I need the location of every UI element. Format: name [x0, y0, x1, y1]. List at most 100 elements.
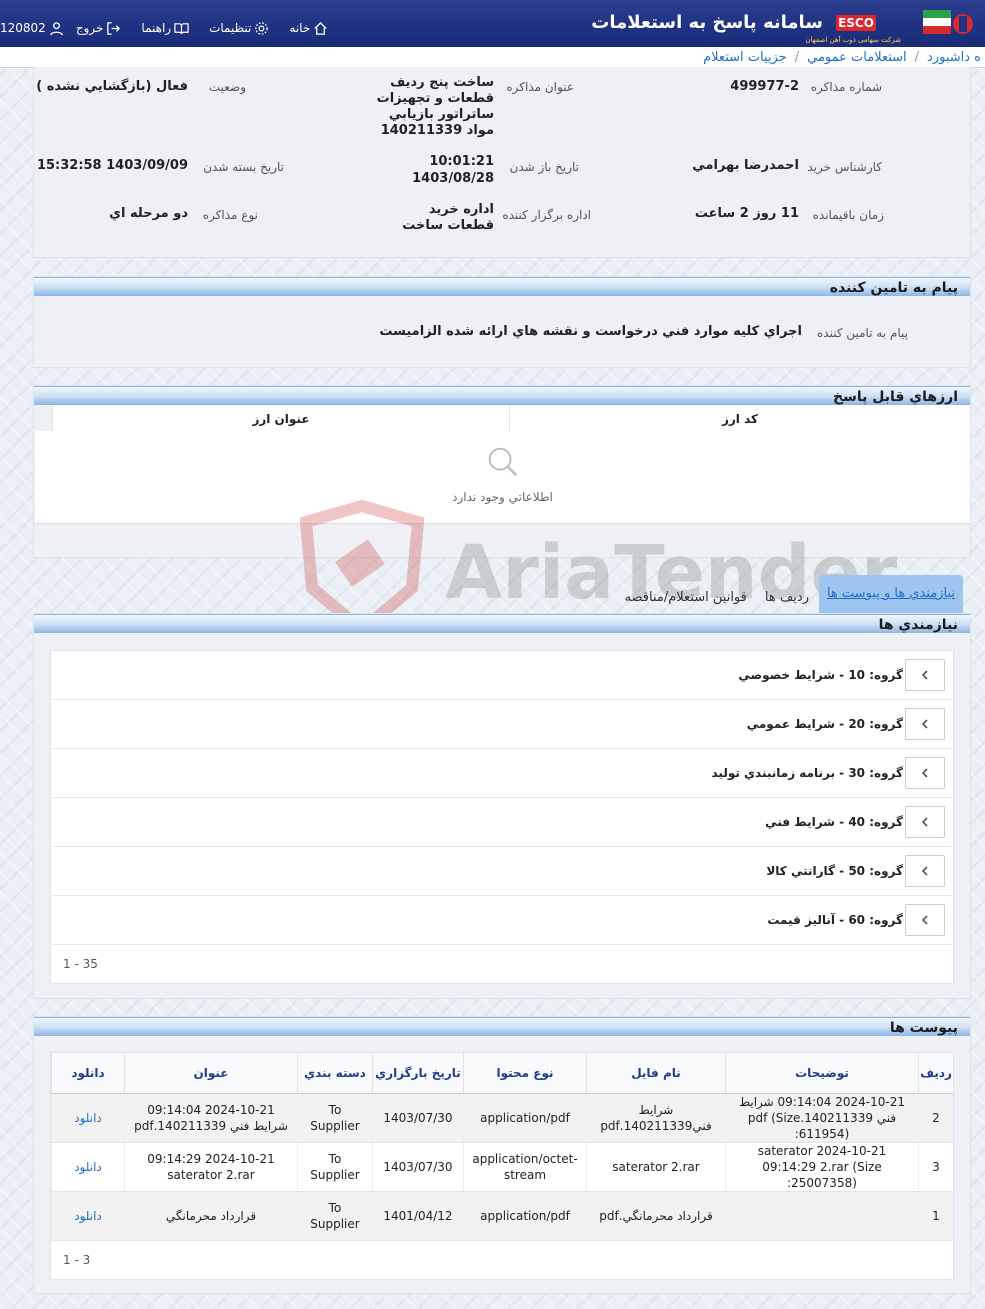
currency-code-header[interactable]: کد ارز — [509, 405, 970, 434]
currencies-panel: ارزهاي قابل پاسخ کد ارز عنوان ارز اطلاعا… — [33, 385, 971, 558]
currencies-empty-state: اطلاعاتي وجود ندارد — [35, 431, 970, 524]
cell-category: To Supplier — [297, 1191, 373, 1241]
buyer-value: احمدرضا بهرامي — [692, 158, 799, 173]
requirements-pager: 1 - 35 — [51, 945, 953, 983]
col-title-header[interactable]: عنوان — [124, 1053, 298, 1094]
table-row: 2 2024-10-21 09:14:04 شرايط فني 14021133… — [51, 1093, 953, 1143]
cell-content-type: application/pdf — [463, 1093, 587, 1143]
tender-type-value: دو مرحله اي — [109, 206, 188, 221]
chevron-left-icon[interactable] — [905, 757, 945, 789]
col-category-header[interactable]: دسته بندي — [297, 1053, 373, 1094]
subject-label: عنوان مذاکره — [506, 80, 574, 94]
chevron-left-icon[interactable] — [905, 806, 945, 838]
chevron-left-icon[interactable] — [905, 855, 945, 887]
tab-tender-rules[interactable]: قوانين استعلام/مناقصه — [617, 583, 755, 613]
requirement-group-label: گروه: 20 - شرايط عمومي — [746, 717, 903, 731]
cell-row: 3 — [918, 1142, 953, 1192]
cell-title: 2024-10-21 09:14:29 saterator 2.rar — [124, 1142, 298, 1192]
tabs-bar: نيازمندي ها و پيوست ها رديف ها قوانين اس… — [615, 575, 963, 613]
esco-logo: ESCO — [836, 15, 876, 31]
attachments-heading: پيوست ها — [34, 1017, 970, 1036]
empty-message: اطلاعاتي وجود ندارد — [452, 490, 553, 504]
open-date-label: تاريخ باز شدن — [509, 160, 579, 174]
requirement-group[interactable]: گروه: 30 - برنامه زمانبندي توليد — [51, 749, 953, 798]
requirement-group-label: گروه: 30 - برنامه زمانبندي توليد — [711, 766, 904, 780]
cell-upload-date: 1403/07/30 — [372, 1093, 464, 1143]
currency-title-header[interactable]: عنوان ارز — [52, 405, 510, 434]
tender-type-label: نوع مذاکره — [202, 208, 258, 222]
breadcrumb-dashboard[interactable]: ه داشبورد — [927, 50, 981, 65]
cell-content-type: application/pdf — [463, 1191, 587, 1241]
org-value: اداره خريد قطعات ساخت — [402, 202, 494, 233]
cell-description: 2024-10-21 09:14:04 شرايط فني 140211339.… — [725, 1093, 919, 1143]
search-icon — [488, 447, 517, 477]
logout-icon — [107, 21, 121, 35]
iran-flag-logo-icon — [923, 10, 973, 34]
cell-content-type: application/octet-stream — [463, 1142, 587, 1192]
top-nav: 120802 خروج راهنما تنظیمات خانه — [0, 18, 342, 38]
remaining-label: زمان باقيمانده — [812, 208, 884, 222]
chevron-left-icon[interactable] — [905, 659, 945, 691]
requirement-group[interactable]: گروه: 20 - شرايط عمومي — [51, 700, 953, 749]
cell-category: To Supplier — [297, 1142, 373, 1192]
col-upload-date-header[interactable]: تاريخ بارگزاري — [372, 1053, 464, 1094]
status-value: فعال (بازگشايي نشده ) — [36, 79, 188, 94]
book-icon — [174, 22, 189, 34]
open-time-value: 10:01:21 — [429, 154, 494, 169]
requirements-panel: نيازمندي ها گروه: 10 - شرايط خصوصي گروه:… — [33, 613, 971, 999]
settings-link[interactable]: تنظیمات — [209, 21, 269, 36]
cell-description: saterator 2024-10-21 09:14:29 2.rar (Siz… — [725, 1142, 919, 1192]
requirement-group-label: گروه: 50 - گارانتي کالا — [766, 864, 903, 878]
requirements-heading: نيازمندي ها — [34, 614, 970, 633]
tab-rows[interactable]: رديف ها — [757, 583, 817, 613]
breadcrumb-public-tenders[interactable]: استعلامات عمومي — [807, 50, 907, 65]
status-label: وضعيت — [208, 80, 246, 94]
download-link[interactable]: دانلود — [51, 1093, 125, 1143]
chevron-left-icon[interactable] — [905, 904, 945, 936]
guide-link[interactable]: راهنما — [141, 21, 189, 36]
supplier-message-panel: پيام به تامين کننده پيام به تامين کننده … — [33, 276, 971, 368]
requirement-group[interactable]: گروه: 50 - گارانتي کالا — [51, 847, 953, 896]
app-title: سامانه پاسخ به استعلامات — [591, 12, 823, 33]
chevron-left-icon[interactable] — [905, 708, 945, 740]
breadcrumb-tender-details[interactable]: جزييات استعلام — [703, 50, 787, 65]
currencies-heading: ارزهاي قابل پاسخ — [34, 386, 970, 405]
col-filename-header[interactable]: نام فايل — [586, 1053, 726, 1094]
requirement-group[interactable]: گروه: 40 - شرايط فني — [51, 798, 953, 847]
breadcrumb-separator: / — [794, 49, 800, 65]
tab-requirements-attachments[interactable]: نيازمندي ها و پيوست ها — [818, 575, 963, 613]
close-date-label: تاريخ بسته شدن — [203, 160, 284, 174]
supplier-message-heading: پيام به تامين کننده — [34, 277, 970, 296]
home-icon — [314, 21, 327, 35]
requirement-group-label: گروه: 10 - شرايط خصوصي — [738, 668, 903, 682]
col-content-type-header[interactable]: نوع محتوا — [463, 1053, 587, 1094]
table-row: 1 قرارداد محرمانگي.pdf application/pdf 1… — [51, 1191, 953, 1241]
download-link[interactable]: دانلود — [51, 1142, 125, 1192]
org-label: اداره برگزار کننده — [502, 208, 591, 222]
breadcrumb: ه داشبورد / استعلامات عمومي / جزييات است… — [0, 47, 985, 68]
requirement-group-label: گروه: 40 - شرايط فني — [765, 815, 903, 829]
cell-filename: saterator 2.rar — [586, 1142, 726, 1192]
open-date-value: 1403/08/28 — [412, 171, 494, 186]
buyer-label: کارشناس خريد — [807, 160, 882, 174]
table-row: 3 saterator 2024-10-21 09:14:29 2.rar (S… — [51, 1142, 953, 1192]
col-row-header[interactable]: رديف — [918, 1053, 953, 1094]
supplier-message-text: اجراي کليه موارد فني درخواست و نقشه هاي … — [379, 324, 802, 339]
cell-category: To Supplier — [297, 1093, 373, 1143]
exit-link[interactable]: خروج — [76, 21, 122, 36]
home-link[interactable]: خانه — [289, 21, 328, 36]
cell-description — [725, 1191, 919, 1241]
col-download-header[interactable]: دانلود — [51, 1053, 125, 1094]
attachments-panel: پيوست ها رديف توضيحات نام فايل نوع محتوا… — [33, 1016, 971, 1294]
col-description-header[interactable]: توضيحات — [725, 1053, 919, 1094]
remaining-value: 11 روز 2 ساعت — [694, 206, 799, 221]
cell-title: قرارداد محرمانگي — [124, 1191, 298, 1241]
top-bar: ESCO شرکت سهامی ذوب آهن اصفهان سامانه پا… — [0, 0, 985, 47]
gear-icon — [255, 21, 269, 35]
cell-upload-date: 1401/04/12 — [372, 1191, 464, 1241]
attachments-header-row: رديف توضيحات نام فايل نوع محتوا تاريخ با… — [51, 1053, 953, 1094]
download-link[interactable]: دانلود — [51, 1191, 125, 1241]
requirement-group-label: گروه: 60 - آناليز قيمت — [767, 913, 903, 927]
requirement-group[interactable]: گروه: 60 - آناليز قيمت — [51, 896, 953, 945]
requirement-group[interactable]: گروه: 10 - شرايط خصوصي — [51, 651, 953, 700]
